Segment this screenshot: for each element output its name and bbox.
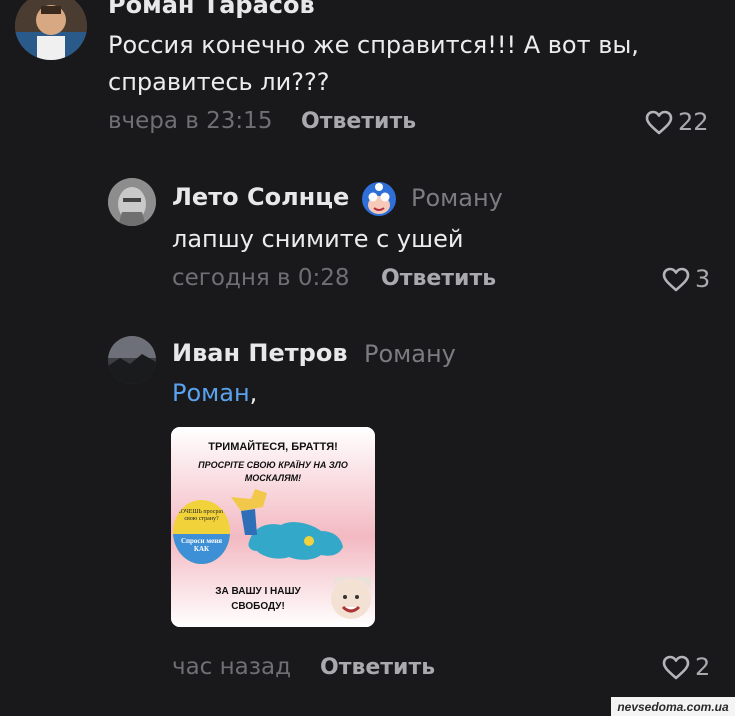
attachment-badge: ХОЧЕШЬ просрать свою страну? Спроси меня…: [173, 500, 230, 564]
comment-time: сегодня в 0:28: [172, 265, 350, 291]
attachment-bottom-text: ЗА ВАШУ І НАШУ СВОБОДУ!: [215, 586, 301, 612]
reply-button[interactable]: Ответить: [381, 266, 496, 291]
mask-face-emoji-icon: [360, 178, 398, 218]
like-button[interactable]: 3: [662, 265, 710, 293]
avatar[interactable]: [108, 336, 156, 384]
image-attachment[interactable]: ТРИМАЙТЕСЯ, БРАТТЯ! ПРОСРІТЕ СВОЮ КРАЇНУ…: [171, 427, 375, 627]
reply-button[interactable]: Ответить: [320, 655, 435, 680]
comment-text-line: справитесь ли???: [108, 68, 330, 96]
like-button[interactable]: 22: [645, 108, 709, 136]
reply-to[interactable]: Роману: [411, 184, 503, 212]
comment-time: вчера в 23:15: [108, 108, 273, 134]
reply-to[interactable]: Роману: [364, 340, 456, 368]
avatar[interactable]: [15, 0, 87, 60]
heart-outline-icon: [645, 110, 673, 135]
like-count: 22: [678, 108, 709, 136]
comment-text: Роман,: [172, 375, 257, 412]
comment-author[interactable]: Лето Солнце: [172, 183, 349, 211]
badge-bottom-text: Спроси меня КАК: [180, 537, 223, 553]
comment-author[interactable]: Иван Петров: [172, 339, 348, 367]
badge-top-text: ХОЧЕШЬ просрать свою страну?: [176, 509, 227, 522]
comment-text-line: лапшу снимите с ушей: [172, 225, 464, 253]
heart-outline-icon: [662, 655, 690, 680]
comments-thread: Роман Тарасов Россия конечно же справитс…: [0, 0, 735, 716]
heart-outline-icon: [662, 267, 690, 292]
avatar[interactable]: [108, 178, 156, 226]
attachment-subtitle: ПРОСРІТЕ СВОЮ КРАЇНУ НА ЗЛО МОСКАЛЯМ!: [198, 460, 348, 483]
like-count: 2: [695, 653, 711, 681]
reply-button[interactable]: Ответить: [301, 109, 416, 134]
comment-text: Россия конечно же справится!!! А вот вы,…: [108, 27, 639, 101]
like-button[interactable]: 2: [662, 653, 710, 681]
comment-text: лапшу снимите с ушей: [172, 221, 463, 258]
like-count: 3: [695, 265, 711, 293]
watermark: nevsedoma.com.ua: [611, 697, 735, 716]
mention-link[interactable]: Роман: [172, 379, 250, 407]
text-suffix: ,: [249, 379, 258, 407]
comment-author[interactable]: Роман Тарасов: [108, 0, 315, 19]
comment-text-line: Россия конечно же справится!!! А вот вы,: [108, 31, 639, 59]
comment-time: час назад: [172, 654, 291, 680]
attachment-title: ТРИМАЙТЕСЯ, БРАТТЯ!: [208, 441, 338, 453]
